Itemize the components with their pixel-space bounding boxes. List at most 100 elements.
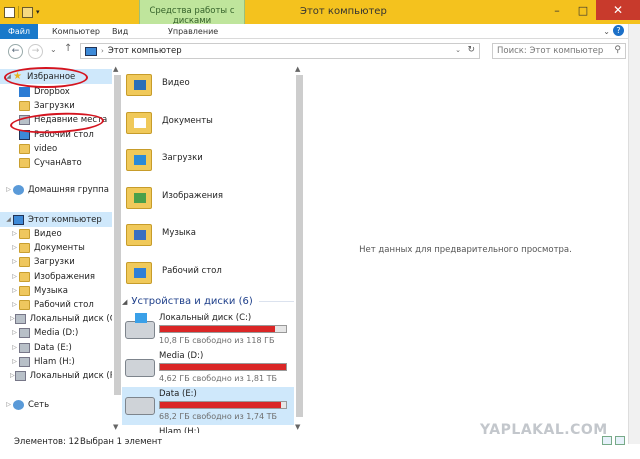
properties-icon[interactable] xyxy=(4,6,15,18)
expand-icon[interactable]: ▷ xyxy=(10,258,19,265)
context-tab-drive-tools: Средства работы с дисками xyxy=(139,0,245,26)
address-bar[interactable]: › Этот компьютер ⌄ ↻ xyxy=(80,43,480,59)
folder-item[interactable]: Загрузки xyxy=(126,140,296,176)
sidebar-item-label: video xyxy=(34,143,58,154)
expand-icon[interactable]: ▷ xyxy=(10,344,19,351)
expand-icon[interactable]: ▷ xyxy=(10,273,19,280)
sidebar-item[interactable]: ▷ Видео xyxy=(0,226,113,241)
folder-icon xyxy=(19,242,30,253)
address-path[interactable]: Этот компьютер xyxy=(108,46,182,56)
content-scrollbar[interactable]: ▲ ▼ xyxy=(294,63,304,433)
folder-item[interactable]: Видео xyxy=(126,65,296,101)
minimize-icon[interactable]: – xyxy=(544,0,570,20)
drive-item[interactable]: Data (E:) 68,2 ГБ свободно из 1,74 ТБ xyxy=(122,387,297,425)
new-folder-icon[interactable] xyxy=(22,6,33,18)
details-view-icon[interactable] xyxy=(602,436,612,445)
drive-label: Data (E:) xyxy=(159,389,197,399)
scroll-up-icon[interactable]: ▲ xyxy=(295,65,300,73)
forward-icon[interactable]: → xyxy=(28,44,43,59)
folder-overlay xyxy=(134,117,146,128)
scroll-down-icon[interactable]: ▼ xyxy=(113,423,118,431)
folder-item[interactable]: Документы xyxy=(126,103,296,139)
expand-icon[interactable]: ◢ xyxy=(4,216,13,223)
expand-icon[interactable]: ▷ xyxy=(10,358,19,365)
video-folder-icon xyxy=(126,70,152,96)
address-dropdown-icon[interactable]: ⌄ xyxy=(455,46,461,54)
sidebar-item[interactable]: ▷ Локальный диск (C xyxy=(0,311,113,326)
sidebar-item[interactable]: ▷ Сеть xyxy=(0,397,113,412)
drive-usage-bar xyxy=(159,401,287,409)
drive-icon xyxy=(14,370,26,381)
sidebar-item[interactable]: ▷ Media (D:) xyxy=(0,325,113,340)
large-icons-view-icon[interactable] xyxy=(615,436,625,445)
tab-view[interactable]: Вид xyxy=(112,24,128,39)
sidebar-item[interactable]: ▷ Документы xyxy=(0,240,113,255)
hard-drive-icon xyxy=(125,397,155,415)
scroll-thumb[interactable] xyxy=(296,75,303,417)
expand-icon[interactable]: ▷ xyxy=(10,287,19,294)
sidebar-item[interactable]: ▷ Hlam (H:) xyxy=(0,354,113,369)
search-icon: ⚲ xyxy=(614,45,621,55)
drive-item[interactable]: Локальный диск (C:) 10,8 ГБ свободно из 1… xyxy=(122,311,297,349)
drive-free-space: 68,2 ГБ свободно из 1,74 ТБ xyxy=(159,412,278,421)
sidebar-item[interactable]: ◢ Этот компьютер xyxy=(0,212,113,227)
customize-icon[interactable]: ▾ xyxy=(36,7,47,18)
drive-item[interactable]: Media (D:) 4,62 ГБ свободно из 1,81 ТБ xyxy=(122,349,297,387)
drive-item[interactable]: Hlam (H:) xyxy=(122,425,297,433)
expand-icon[interactable]: ▷ xyxy=(10,230,19,237)
search-input[interactable]: Поиск: Этот компьютер ⚲ xyxy=(492,43,626,59)
nav-scrollbar[interactable]: ▲ ▼ xyxy=(112,63,122,433)
sidebar-item[interactable]: ▷ Data (E:) xyxy=(0,340,113,355)
sidebar-item[interactable]: ▷ Рабочий стол xyxy=(0,297,113,312)
sidebar-item-label: Изображения xyxy=(34,271,96,282)
sidebar-item[interactable]: ▷ Домашняя группа xyxy=(0,182,113,197)
folder-item[interactable]: Музыка xyxy=(126,215,296,251)
drive-icon xyxy=(19,356,30,367)
refresh-icon[interactable]: ↻ xyxy=(467,45,475,55)
help-icon[interactable]: ? xyxy=(613,25,624,36)
sidebar-item-label: Локальный диск (C xyxy=(29,313,113,324)
sidebar-item[interactable]: Загрузки xyxy=(0,98,113,113)
recent-locations-icon[interactable]: ⌄ xyxy=(50,45,57,54)
sidebar-item-label: Загрузки xyxy=(34,100,75,111)
folder-label: Загрузки xyxy=(162,153,203,163)
sidebar-item[interactable]: ▷ Загрузки xyxy=(0,254,113,269)
view-buttons xyxy=(602,436,625,445)
network-icon xyxy=(13,399,24,410)
drive-usage-bar xyxy=(159,325,287,333)
selection-count: Выбран 1 элемент xyxy=(80,437,163,447)
outer-scrollbar[interactable] xyxy=(628,24,640,444)
expand-icon[interactable]: ▷ xyxy=(4,186,13,193)
folder-icon xyxy=(19,100,30,111)
tab-computer[interactable]: Компьютер xyxy=(52,24,100,39)
sidebar-item[interactable]: video xyxy=(0,141,113,156)
expand-icon[interactable]: ▷ xyxy=(10,329,19,336)
expand-icon[interactable]: ▷ xyxy=(10,244,19,251)
tab-file[interactable]: Файл xyxy=(0,24,38,39)
sidebar-item[interactable]: ▷ Изображения xyxy=(0,269,113,284)
up-icon[interactable]: ↑ xyxy=(64,43,72,54)
expand-icon[interactable]: ▷ xyxy=(10,301,19,308)
ribbon-expand-icon[interactable]: ⌄ xyxy=(603,27,610,36)
scroll-up-icon[interactable]: ▲ xyxy=(113,65,118,73)
sidebar-item[interactable]: ▷ Музыка xyxy=(0,283,113,298)
expand-icon[interactable]: ▷ xyxy=(4,401,13,408)
scroll-down-icon[interactable]: ▼ xyxy=(295,423,300,431)
folder-overlay xyxy=(134,80,146,90)
sidebar-item[interactable]: ▷ Локальный диск (R xyxy=(0,368,113,383)
folder-item[interactable]: Изображения xyxy=(126,178,296,214)
devices-section-header[interactable]: ◢ Устройства и диски (6) xyxy=(122,296,297,307)
collapse-icon[interactable]: ◢ xyxy=(122,298,127,306)
folder-label: Документы xyxy=(162,115,213,126)
sidebar-item-label: СучанАвто xyxy=(34,157,82,168)
drive-icon xyxy=(19,342,30,353)
folder-item[interactable]: Рабочий стол xyxy=(126,253,296,289)
maximize-icon[interactable]: □ xyxy=(570,0,596,20)
scroll-thumb[interactable] xyxy=(114,75,121,395)
sidebar-item[interactable]: СучанАвто xyxy=(0,155,113,170)
content-pane: ◢ Устройства и диски (6) Видео Документы З… xyxy=(122,63,297,433)
folder-icon xyxy=(19,271,30,282)
tab-manage[interactable]: Управление xyxy=(168,24,218,39)
close-icon[interactable]: ✕ xyxy=(596,0,640,20)
back-icon[interactable]: ← xyxy=(8,44,23,59)
